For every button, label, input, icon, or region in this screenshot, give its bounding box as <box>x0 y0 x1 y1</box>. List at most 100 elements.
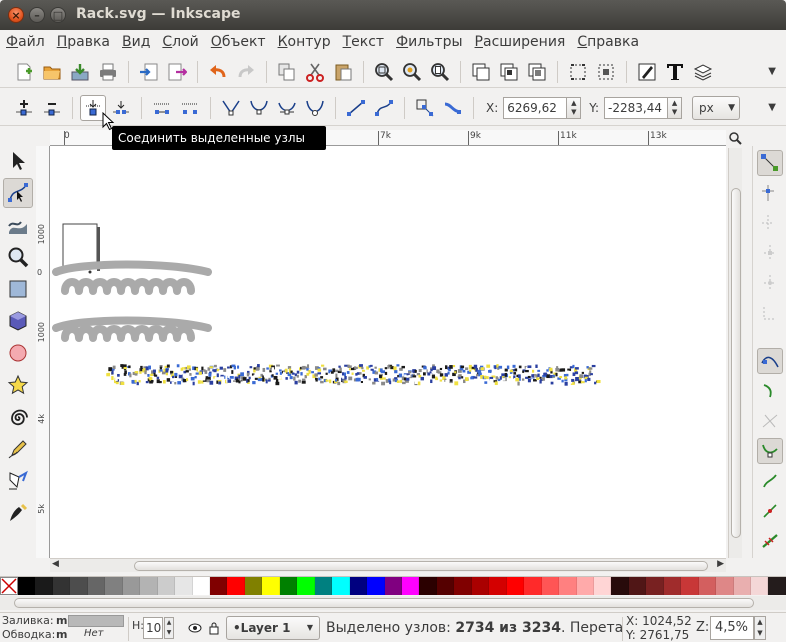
path-node[interactable] <box>486 364 491 368</box>
path-node[interactable] <box>126 375 130 378</box>
redo-button[interactable] <box>233 59 259 85</box>
path-node[interactable] <box>325 372 328 375</box>
stroke-none-label[interactable]: Нет <box>84 628 104 639</box>
path-node[interactable] <box>400 379 403 383</box>
path-node[interactable] <box>195 372 199 375</box>
close-window-button[interactable]: × <box>8 7 24 23</box>
path-node[interactable] <box>246 372 250 377</box>
path-node[interactable] <box>155 365 159 369</box>
new-document-button[interactable] <box>11 59 37 85</box>
path-node[interactable] <box>294 373 298 377</box>
color-swatch[interactable] <box>541 577 560 595</box>
path-node[interactable] <box>174 368 178 372</box>
path-node[interactable] <box>266 367 269 370</box>
path-node[interactable] <box>394 370 398 374</box>
path-node[interactable] <box>220 376 225 380</box>
menu-filters[interactable]: Фильтры <box>390 30 468 54</box>
fill-stroke-button[interactable] <box>634 59 660 85</box>
path-node[interactable] <box>381 370 386 374</box>
path-node[interactable] <box>317 368 322 372</box>
path-node[interactable] <box>278 376 282 379</box>
ungroup-selection-button[interactable] <box>524 59 550 85</box>
path-node[interactable] <box>240 381 244 386</box>
layers-button[interactable] <box>690 59 716 85</box>
path-node[interactable] <box>498 365 503 369</box>
color-swatch[interactable] <box>262 577 280 595</box>
path-node[interactable] <box>350 367 355 371</box>
path-node[interactable] <box>404 380 409 383</box>
color-swatch[interactable] <box>332 577 350 595</box>
color-swatch[interactable] <box>576 577 594 595</box>
y-input[interactable]: -2283,44 <box>604 96 669 119</box>
path-node[interactable] <box>431 370 436 374</box>
color-swatch[interactable] <box>105 577 123 595</box>
path-node[interactable] <box>338 365 341 368</box>
horizontal-scroll-thumb[interactable] <box>134 561 708 571</box>
path-node[interactable] <box>120 381 125 386</box>
path-node[interactable] <box>480 367 485 371</box>
cut-button[interactable] <box>302 59 328 85</box>
zoom-corner[interactable] <box>726 130 744 146</box>
join-segment-button[interactable] <box>149 95 175 121</box>
path-node[interactable] <box>596 380 601 384</box>
color-swatch[interactable] <box>506 577 525 595</box>
path-node[interactable] <box>183 379 187 383</box>
snap-bbox-edge-button[interactable] <box>757 210 783 236</box>
path-node[interactable] <box>561 368 566 372</box>
path-node[interactable] <box>227 379 232 383</box>
color-swatch[interactable] <box>35 577 53 595</box>
path-node[interactable] <box>276 364 280 367</box>
path-node[interactable] <box>506 365 510 370</box>
bounding-box-button[interactable] <box>593 59 619 85</box>
path-node[interactable] <box>233 365 236 370</box>
path-node[interactable] <box>237 365 240 369</box>
path-node[interactable] <box>147 374 150 377</box>
path-node[interactable] <box>556 366 559 370</box>
path-node[interactable] <box>249 366 253 369</box>
path-node[interactable] <box>374 371 379 375</box>
path-node[interactable] <box>376 377 379 381</box>
path-node[interactable] <box>430 379 433 384</box>
path-node[interactable] <box>214 377 219 381</box>
zoom-tool[interactable] <box>3 242 33 272</box>
path-node[interactable] <box>537 373 540 377</box>
path-node[interactable] <box>332 368 336 373</box>
path-node[interactable] <box>587 377 591 382</box>
path-node[interactable] <box>247 379 250 382</box>
path-node[interactable] <box>364 380 368 383</box>
path-node[interactable] <box>359 364 363 367</box>
path-node[interactable] <box>396 364 400 367</box>
path-node[interactable] <box>144 370 147 375</box>
rectangle-tool[interactable] <box>3 274 33 304</box>
path-node[interactable] <box>401 365 405 369</box>
path-node[interactable] <box>216 373 219 378</box>
path-node[interactable] <box>180 367 184 371</box>
path-node[interactable] <box>311 371 315 374</box>
path-node[interactable] <box>434 380 439 383</box>
path-node[interactable] <box>197 380 201 384</box>
path-node[interactable] <box>294 380 298 385</box>
path-node[interactable] <box>515 377 520 382</box>
path-node[interactable] <box>262 367 266 372</box>
path-node[interactable] <box>445 379 450 383</box>
path-node[interactable] <box>483 375 487 379</box>
color-swatch[interactable] <box>314 577 333 595</box>
color-swatch[interactable] <box>297 577 315 595</box>
path-node[interactable] <box>563 364 568 367</box>
path-node[interactable] <box>396 380 400 383</box>
path-node[interactable] <box>362 369 365 372</box>
path-node[interactable] <box>550 381 554 385</box>
path-node[interactable] <box>329 379 332 384</box>
path-node[interactable] <box>279 371 282 375</box>
group-button[interactable] <box>468 59 494 85</box>
path-node[interactable] <box>564 381 568 386</box>
path-node[interactable] <box>442 369 446 372</box>
zoom-input[interactable]: 4,5% <box>710 616 754 640</box>
minimize-window-button[interactable]: – <box>29 7 45 23</box>
path-node[interactable] <box>123 366 127 370</box>
path-node[interactable] <box>344 375 347 380</box>
path-node[interactable] <box>398 373 403 378</box>
color-swatch[interactable] <box>279 577 298 595</box>
path-node[interactable] <box>501 373 505 377</box>
path-node[interactable] <box>229 376 234 379</box>
